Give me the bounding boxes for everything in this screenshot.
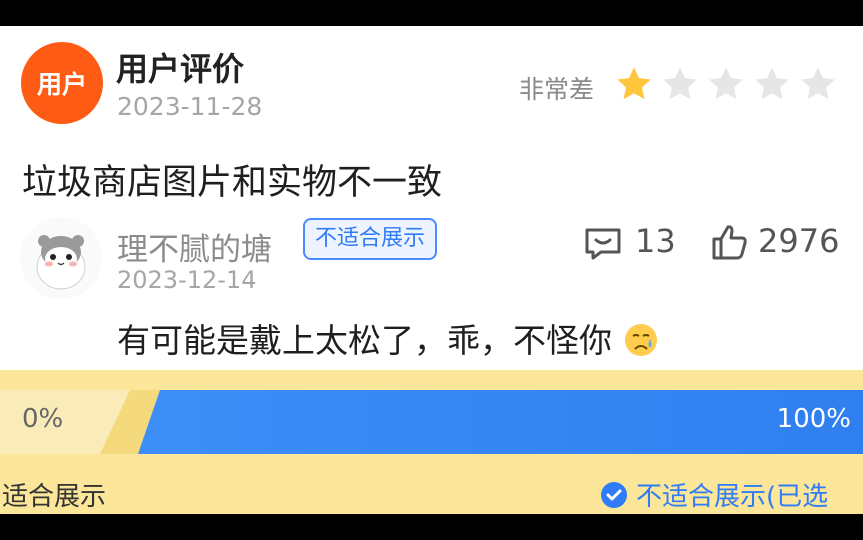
rating-stars xyxy=(614,64,838,104)
crying-face-icon xyxy=(624,324,657,356)
screen: 用户 用户评价 2023-11-28 非常差 垃圾商店图片和实物不一致 理不腻的… xyxy=(0,0,863,540)
reply-text-content: 有可能是戴上太松了，乖，不怪你 xyxy=(117,321,612,360)
vote-option-not-suitable[interactable]: 不适合展示(已选 xyxy=(600,476,828,513)
rating-label: 非常差 xyxy=(519,75,595,104)
star-icon xyxy=(617,67,651,100)
replier-name[interactable]: 理不腻的塘 xyxy=(117,224,272,269)
like-count: 2976 xyxy=(758,222,840,260)
vote-progress-bar: 0% 100% xyxy=(0,390,863,454)
star-icon xyxy=(801,67,835,100)
thumbs-up-icon[interactable] xyxy=(710,222,750,262)
review-date: 2023-11-28 xyxy=(117,92,263,121)
vote-panel: 0% 100% 适合展示 不适合展示(已选 xyxy=(0,370,863,514)
status-badge: 不适合展示 xyxy=(303,218,438,260)
hamster-icon xyxy=(36,235,86,290)
top-letterbox xyxy=(0,0,863,26)
check-circle-icon xyxy=(601,481,627,508)
star-icon xyxy=(755,67,789,100)
reviewer-name: 用户评价 xyxy=(116,50,245,88)
reply-card: 理不腻的塘 不适合展示 2023-12-14 13 2976 有可能是戴上太松了… xyxy=(0,204,863,370)
review-card: 用户 用户评价 2023-11-28 非常差 垃圾商店图片和实物不一致 xyxy=(0,26,863,204)
comment-icon[interactable] xyxy=(583,226,623,262)
vote-option-suitable[interactable]: 适合展示 xyxy=(2,476,106,513)
bottom-letterbox xyxy=(0,514,863,540)
right-percent: 100% xyxy=(776,404,851,434)
comment-count: 13 xyxy=(635,222,676,260)
star-icon xyxy=(709,67,743,100)
left-percent: 0% xyxy=(22,404,64,434)
vote-option-not-suitable-label: 不适合展示(已选 xyxy=(636,482,829,512)
reply-date: 2023-12-14 xyxy=(117,266,257,294)
review-text: 垃圾商店图片和实物不一致 xyxy=(22,163,443,203)
star-icon xyxy=(663,67,697,100)
vote-bar-fill xyxy=(138,390,863,454)
hamster-avatar[interactable] xyxy=(20,217,102,299)
reply-text: 有可能是戴上太松了，乖，不怪你 xyxy=(117,314,659,362)
avatar: 用户 xyxy=(21,42,103,124)
avatar-label: 用户 xyxy=(36,70,87,99)
